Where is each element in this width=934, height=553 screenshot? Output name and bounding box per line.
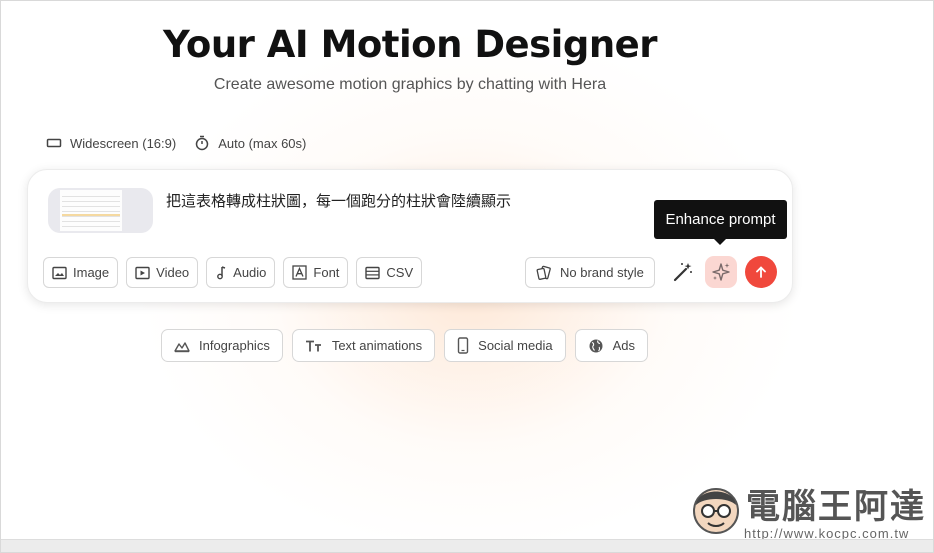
image-icon bbox=[52, 266, 67, 280]
rectangle-icon bbox=[46, 137, 62, 149]
text-animations-label: Text animations bbox=[331, 338, 423, 353]
smartphone-icon bbox=[457, 337, 469, 354]
brand-style-label: No brand style bbox=[560, 265, 644, 280]
font-button-label: Font bbox=[313, 265, 340, 280]
attachment-thumbnail[interactable] bbox=[48, 188, 153, 233]
image-button-label: Image bbox=[73, 265, 110, 280]
image-button[interactable]: Image bbox=[43, 257, 119, 288]
duration-selector[interactable]: Auto (max 60s) bbox=[194, 135, 306, 151]
bottom-scrollbar[interactable] bbox=[1, 539, 933, 552]
video-icon bbox=[135, 266, 150, 280]
app-frame: Your AI Motion Designer Create awesome m… bbox=[0, 0, 934, 553]
duration-label: Auto (max 60s) bbox=[218, 135, 307, 151]
video-button[interactable]: Video bbox=[126, 257, 199, 288]
audio-button-label: Audio bbox=[233, 265, 267, 280]
watermark-text: 電腦王阿達 bbox=[746, 487, 926, 527]
stopwatch-icon bbox=[194, 135, 210, 151]
music-note-icon bbox=[215, 265, 227, 280]
media-buttons: Image Video Audio Font CSV bbox=[43, 257, 423, 288]
suggestion-chips: Infographics Text animations Social medi… bbox=[161, 329, 648, 362]
mascot-logo bbox=[693, 488, 739, 534]
table-icon bbox=[365, 266, 381, 280]
text-icon bbox=[305, 339, 323, 353]
aspect-ratio-label: Widescreen (16:9) bbox=[70, 135, 177, 151]
globe-icon bbox=[588, 338, 604, 354]
font-icon bbox=[292, 265, 308, 280]
infographics-chip[interactable]: Infographics bbox=[161, 329, 283, 362]
brand-style-button[interactable]: No brand style bbox=[525, 257, 655, 288]
ads-label: Ads bbox=[612, 338, 635, 353]
page-subtitle: Create awesome motion graphics by chatti… bbox=[213, 76, 607, 93]
send-button[interactable] bbox=[745, 256, 777, 288]
watermark: 電腦王阿達 http://www.kocpc.com.tw bbox=[686, 479, 926, 547]
ads-chip[interactable]: Ads bbox=[574, 329, 648, 362]
infographics-label: Infographics bbox=[199, 338, 270, 353]
enhance-prompt-tooltip: Enhance prompt bbox=[654, 200, 787, 245]
text-animations-chip[interactable]: Text animations bbox=[291, 329, 436, 362]
enhance-prompt-button[interactable] bbox=[705, 256, 737, 288]
prompt-input[interactable]: 把這表格轉成柱狀圖，每一個跑分的柱狀會陸續顯示 bbox=[166, 190, 511, 211]
arrow-up-icon bbox=[754, 265, 768, 279]
sparkle-icon bbox=[710, 261, 732, 283]
social-media-chip[interactable]: Social media bbox=[444, 329, 566, 362]
magic-wand-button[interactable] bbox=[670, 259, 696, 285]
csv-button-label: CSV bbox=[386, 265, 414, 280]
mountain-chart-icon bbox=[174, 339, 190, 353]
spreadsheet-preview bbox=[60, 190, 122, 231]
video-settings: Widescreen (16:9) Auto (max 60s) bbox=[46, 135, 306, 151]
csv-button[interactable]: CSV bbox=[356, 257, 423, 288]
page-title: Your AI Motion Designer bbox=[163, 23, 658, 66]
social-media-label: Social media bbox=[478, 338, 553, 353]
audio-button[interactable]: Audio bbox=[206, 257, 276, 288]
magic-wand-icon bbox=[672, 261, 694, 283]
brand-style-icon bbox=[536, 265, 552, 281]
font-button[interactable]: Font bbox=[283, 257, 349, 288]
video-button-label: Video bbox=[156, 265, 190, 280]
aspect-ratio-selector[interactable]: Widescreen (16:9) bbox=[46, 136, 176, 151]
